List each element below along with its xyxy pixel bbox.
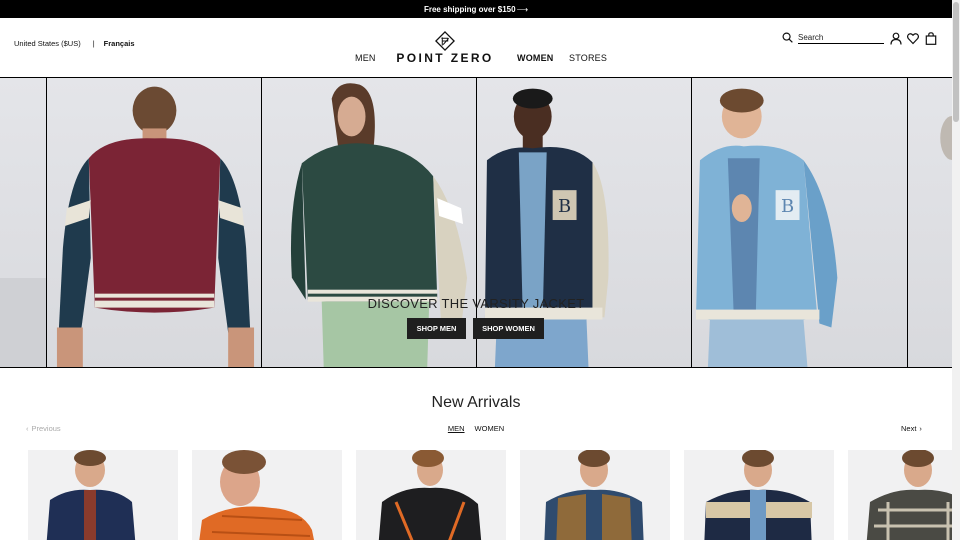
promo-text: Free shipping over $150 bbox=[423, 4, 516, 14]
hero-title: DISCOVER THE VARSITY JACKET bbox=[367, 296, 585, 311]
scrollbar-thumb[interactable] bbox=[953, 2, 959, 122]
hero-image-lightblue-jacket: B bbox=[691, 78, 908, 367]
product-card[interactable] bbox=[520, 450, 670, 540]
search-icon[interactable] bbox=[782, 32, 793, 43]
arrow-right-icon: ⟶ bbox=[516, 4, 529, 14]
shop-women-button[interactable]: SHOP WOMEN bbox=[473, 318, 544, 339]
hero-image-edge-left bbox=[0, 78, 47, 367]
product-image-orange-puffer bbox=[199, 450, 314, 540]
language-link[interactable]: Français bbox=[104, 39, 135, 48]
hero-buttons: SHOP MEN SHOP WOMEN bbox=[407, 318, 544, 339]
tab-men[interactable]: MEN bbox=[448, 424, 465, 433]
product-carousel bbox=[28, 450, 952, 540]
account-icon[interactable] bbox=[890, 32, 902, 45]
product-image-brown-vest bbox=[544, 450, 644, 540]
bag-icon[interactable] bbox=[925, 32, 937, 45]
new-arrivals-title: New Arrivals bbox=[431, 394, 521, 411]
svg-text:B: B bbox=[558, 196, 571, 217]
tab-women[interactable]: WOMEN bbox=[475, 424, 505, 433]
hero-image-edge-right bbox=[907, 78, 952, 367]
next-button[interactable]: Next › bbox=[901, 424, 922, 433]
page-scrollbar[interactable] bbox=[952, 0, 960, 540]
product-card[interactable] bbox=[684, 450, 834, 540]
nav-stores[interactable]: STORES bbox=[569, 53, 607, 63]
heart-icon[interactable] bbox=[907, 32, 919, 45]
logo[interactable]: POINT ZERO bbox=[396, 31, 494, 65]
product-image-black-jacket bbox=[378, 450, 482, 540]
shop-men-button[interactable]: SHOP MEN bbox=[407, 318, 466, 339]
new-arrivals-tabs: MEN WOMEN bbox=[0, 424, 952, 433]
promo-banner[interactable]: Free shipping over $150 ⟶ bbox=[0, 0, 952, 18]
nav-men[interactable]: MEN bbox=[355, 53, 376, 63]
product-card[interactable] bbox=[848, 450, 952, 540]
search-input[interactable] bbox=[798, 32, 884, 44]
product-card[interactable] bbox=[192, 450, 342, 540]
svg-text:B: B bbox=[781, 196, 794, 217]
logo-wordmark: POINT ZERO bbox=[396, 51, 494, 65]
logo-mark-icon bbox=[435, 31, 455, 51]
product-image-striped-puffer bbox=[704, 450, 812, 540]
product-card[interactable] bbox=[28, 450, 178, 540]
country-selector[interactable]: United States ($US) bbox=[14, 39, 81, 48]
locale-separator: | bbox=[92, 39, 95, 48]
product-card[interactable] bbox=[356, 450, 506, 540]
hero-banner[interactable]: B B DISCOVER THE VARSITY JACKET SHOP MEN… bbox=[0, 78, 952, 368]
product-image-navy-bomber bbox=[46, 450, 136, 540]
nav-women[interactable]: WOMEN bbox=[517, 53, 554, 63]
search-bar bbox=[782, 32, 884, 44]
hero-image-burgundy-jacket bbox=[46, 78, 262, 367]
locale-switcher: United States ($US) | Français bbox=[14, 39, 135, 48]
site-header: United States ($US) | Français MEN POINT… bbox=[0, 18, 952, 78]
chevron-right-icon: › bbox=[919, 424, 922, 433]
next-label: Next bbox=[901, 424, 917, 433]
product-image-plaid-jacket bbox=[866, 450, 952, 540]
